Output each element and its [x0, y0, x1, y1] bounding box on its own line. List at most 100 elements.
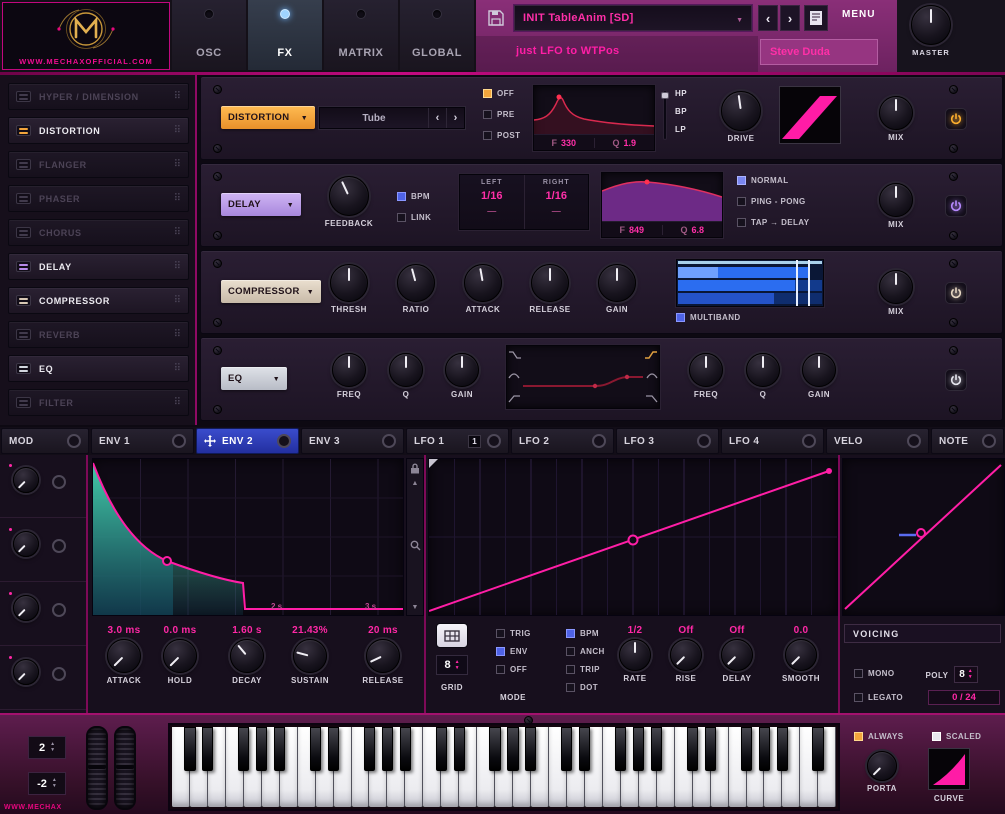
- distortion-type-dropdown[interactable]: DISTORTION: [221, 106, 315, 129]
- compressor-attack-knob[interactable]: [464, 264, 502, 302]
- next-arrow-button[interactable]: ›: [446, 108, 464, 128]
- piano-key-black[interactable]: [704, 727, 716, 771]
- delay-right-value[interactable]: 1/16: [546, 190, 567, 202]
- stepper-arrows-icon[interactable]: ▲ ▼: [455, 659, 460, 671]
- eq-high-gain-knob[interactable]: [802, 353, 836, 387]
- delay-time-left[interactable]: LEFT 1/16 —: [460, 175, 524, 229]
- prev-arrow-button[interactable]: ‹: [428, 108, 446, 128]
- distortion-route-pre[interactable]: PRE: [483, 110, 520, 119]
- filter-type-slider-handle[interactable]: [661, 92, 669, 99]
- piano-key-black[interactable]: [274, 727, 286, 771]
- delay-link-checkbox[interactable]: LINK: [397, 213, 431, 222]
- lfo-mode-trig[interactable]: TRIG: [496, 629, 531, 638]
- piano-key-black[interactable]: [435, 727, 447, 771]
- compressor-power-button[interactable]: [945, 282, 967, 304]
- lfo1-shape-display[interactable]: [428, 458, 838, 616]
- lfo-bpm-checkbox[interactable]: BPM: [566, 629, 605, 638]
- env-hold-knob[interactable]: [163, 639, 197, 673]
- drag-handle-icon[interactable]: [174, 126, 181, 136]
- porta-always-checkbox[interactable]: ALWAYS: [854, 732, 903, 741]
- fx-list-item-delay[interactable]: DELAY: [8, 253, 189, 280]
- lfo-delay-knob[interactable]: [721, 639, 753, 671]
- save-icon[interactable]: [486, 8, 506, 28]
- mod-tab-lfo4[interactable]: LFO 4: [721, 428, 824, 454]
- piano-key-black[interactable]: [256, 727, 268, 771]
- preset-next-button[interactable]: ›: [780, 5, 800, 31]
- delay-mode-tap-delay[interactable]: TAP → DELAY: [737, 218, 810, 227]
- stepper-arrows-icon[interactable]: ▲ ▼: [968, 669, 973, 680]
- env-attack-knob[interactable]: [107, 639, 141, 673]
- mod-tab-note[interactable]: NOTE: [931, 428, 1004, 454]
- mod-tab-env3[interactable]: ENV 3: [301, 428, 404, 454]
- mod-tab-lfo1[interactable]: LFO 1 1: [406, 428, 509, 454]
- tab-fx[interactable]: FX: [248, 0, 322, 70]
- eq-curve-display[interactable]: [506, 345, 660, 409]
- distortion-drive-knob[interactable]: [721, 91, 761, 131]
- distortion-mode-selector[interactable]: Tube ‹ ›: [319, 107, 465, 129]
- delay-mode-normal[interactable]: NORMAL: [737, 176, 810, 185]
- piano-key-black[interactable]: [184, 727, 196, 771]
- mod-wheel[interactable]: [114, 726, 136, 810]
- piano-key-black[interactable]: [202, 727, 214, 771]
- env2-curve-display[interactable]: 2 s 3 s: [92, 458, 404, 616]
- env-decay-knob[interactable]: [230, 639, 264, 673]
- drag-handle-icon[interactable]: [174, 364, 181, 374]
- mod-drag-handle[interactable]: [52, 475, 66, 489]
- voicing-mono-checkbox[interactable]: MONO: [854, 669, 895, 678]
- macro-knob-3[interactable]: [13, 595, 39, 621]
- mod-drag-handle[interactable]: [982, 434, 996, 448]
- lfo-triplet-checkbox[interactable]: TRIP: [566, 665, 605, 674]
- delay-feedback-knob[interactable]: [329, 176, 369, 216]
- fx-list-item-eq[interactable]: EQ: [8, 355, 189, 382]
- mod-drag-handle[interactable]: [382, 434, 396, 448]
- env-sustain-knob[interactable]: [293, 639, 327, 673]
- mod-drag-handle[interactable]: [907, 434, 921, 448]
- piano-key-black[interactable]: [579, 727, 591, 771]
- piano-key-black[interactable]: [310, 727, 322, 771]
- piano-key-black[interactable]: [327, 727, 340, 771]
- tab-global[interactable]: GLOBAL: [400, 0, 474, 70]
- piano-key-black[interactable]: [507, 727, 519, 771]
- macro-knob-2[interactable]: [13, 531, 39, 557]
- preset-author[interactable]: Steve Duda: [760, 39, 878, 65]
- lfo-anchor-checkbox[interactable]: ANCH: [566, 647, 605, 656]
- compressor-thresh-knob[interactable]: [330, 264, 368, 302]
- compressor-gain-knob[interactable]: [598, 264, 636, 302]
- compressor-mix-knob[interactable]: [879, 270, 913, 304]
- distortion-mix-knob[interactable]: [879, 96, 913, 130]
- mod-drag-handle[interactable]: [802, 434, 816, 448]
- tab-matrix[interactable]: MATRIX: [324, 0, 398, 70]
- eq-type-dropdown[interactable]: EQ: [221, 367, 287, 390]
- porta-knob[interactable]: [867, 751, 897, 781]
- piano-key-black[interactable]: [686, 727, 698, 771]
- octave-up-stepper[interactable]: 2 ▲ ▼: [28, 736, 66, 759]
- piano-key-black[interactable]: [615, 727, 627, 771]
- eq-low-freq-knob[interactable]: [332, 353, 366, 387]
- piano-key-black[interactable]: [776, 727, 788, 771]
- preset-prev-button[interactable]: ‹: [758, 5, 778, 31]
- drag-handle-icon[interactable]: [174, 194, 181, 204]
- fx-list-item-flanger[interactable]: FLANGER: [8, 151, 189, 178]
- delay-mode-ping-pong[interactable]: PING - PONG: [737, 197, 810, 206]
- delay-left-value[interactable]: 1/16: [481, 190, 502, 202]
- lfo-rise-knob[interactable]: [670, 639, 702, 671]
- mod-drag-handle[interactable]: [697, 434, 711, 448]
- env-release-knob[interactable]: [366, 639, 400, 673]
- fx-list-item-filter[interactable]: FILTER: [8, 389, 189, 416]
- filter-type-lp[interactable]: LP: [675, 125, 687, 134]
- distortion-route-post[interactable]: POST: [483, 131, 520, 140]
- fx-list-item-distortion[interactable]: DISTORTION: [8, 117, 189, 144]
- lfo-mode-off[interactable]: OFF: [496, 665, 531, 674]
- piano-key-black[interactable]: [740, 727, 752, 771]
- mod-tab-env1[interactable]: ENV 1: [91, 428, 194, 454]
- filter-type-bp[interactable]: BP: [675, 107, 687, 116]
- porta-curve-pad[interactable]: [928, 748, 970, 790]
- distortion-route-off[interactable]: OFF: [483, 89, 520, 98]
- piano-key-black[interactable]: [561, 727, 573, 771]
- mod-drag-handle[interactable]: [487, 434, 501, 448]
- piano-key-black[interactable]: [525, 727, 537, 771]
- velocity-curve-display[interactable]: [842, 458, 1005, 616]
- drag-handle-icon[interactable]: [174, 398, 181, 408]
- mod-drag-handle[interactable]: [52, 667, 66, 681]
- compressor-ratio-knob[interactable]: [397, 264, 435, 302]
